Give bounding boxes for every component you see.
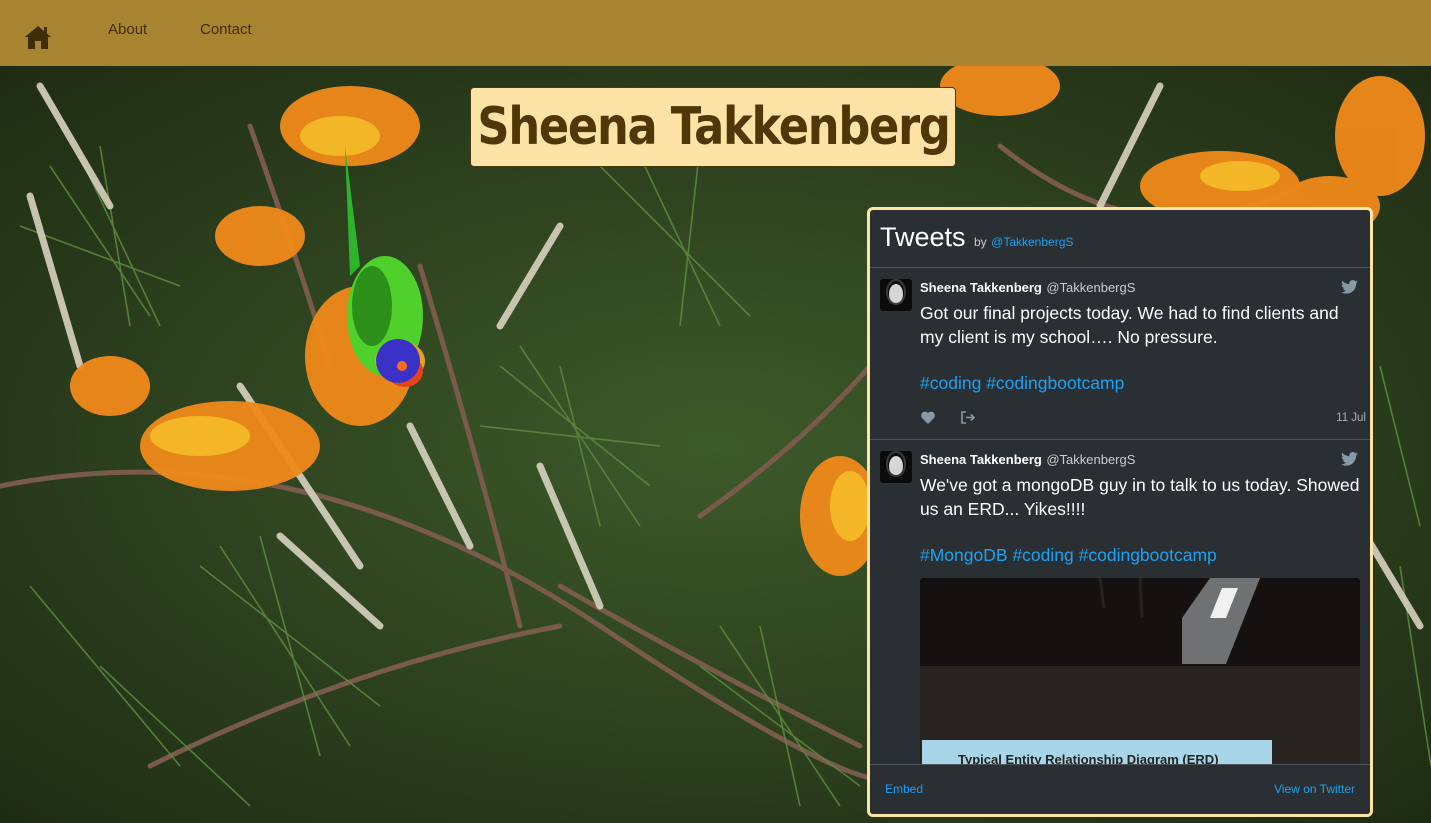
top-navbar: About Contact xyxy=(0,0,1431,66)
tweet-media-image[interactable]: Typical Entity Relationship Diagram (ERD… xyxy=(920,578,1360,768)
hashtag-link[interactable]: #coding xyxy=(920,373,981,393)
site-title: Sheena Takkenberg xyxy=(476,97,950,157)
tweet-author-name[interactable]: Sheena Takkenberg xyxy=(920,452,1042,467)
twitter-bird-icon[interactable] xyxy=(1341,452,1358,466)
tweet-item[interactable]: Sheena Takkenberg @TakkenbergS We've got… xyxy=(870,440,1370,768)
tweet-hashtags: #coding #codingbootcamp xyxy=(920,373,1360,394)
twitter-bird-icon[interactable] xyxy=(1341,280,1358,294)
site-title-box: Sheena Takkenberg xyxy=(470,87,956,167)
tweet-text: Got our final projects today. We had to … xyxy=(920,303,1339,347)
avatar[interactable] xyxy=(880,279,912,311)
tweet-text: We've got a mongoDB guy in to talk to us… xyxy=(920,475,1360,519)
home-icon xyxy=(25,26,51,49)
widget-by-label: by xyxy=(974,235,987,249)
hashtag-link[interactable]: #codingbootcamp xyxy=(1079,545,1217,565)
widget-header: Tweets by @TakkenbergS xyxy=(870,210,1370,268)
widget-handle-link[interactable]: @TakkenbergS xyxy=(991,235,1073,249)
widget-title: Tweets xyxy=(880,222,966,252)
twitter-timeline-widget: Tweets by @TakkenbergS Sheena Takkenberg… xyxy=(867,207,1373,817)
tweet-author-name[interactable]: Sheena Takkenberg xyxy=(920,280,1042,295)
tweet-author-handle[interactable]: @TakkenbergS xyxy=(1046,280,1135,295)
tweet-hashtags: #MongoDB #coding #codingbootcamp xyxy=(920,545,1360,566)
hashtag-link[interactable]: #codingbootcamp xyxy=(986,373,1124,393)
avatar[interactable] xyxy=(880,451,912,483)
tweet-item[interactable]: Sheena Takkenberg @TakkenbergS Got our f… xyxy=(870,268,1370,440)
home-button[interactable] xyxy=(24,24,52,50)
view-on-twitter-link[interactable]: View on Twitter xyxy=(1274,782,1355,796)
nav-contact-link[interactable]: Contact xyxy=(200,21,252,38)
tweet-actions: 11 Jul xyxy=(920,410,1366,426)
hashtag-link[interactable]: #coding xyxy=(1012,545,1073,565)
heart-icon[interactable] xyxy=(920,410,936,425)
tweet-author-handle[interactable]: @TakkenbergS xyxy=(1046,452,1135,467)
share-icon[interactable] xyxy=(960,410,976,425)
tweet-date-link[interactable]: 11 Jul xyxy=(1336,412,1366,424)
hashtag-link[interactable]: #MongoDB xyxy=(920,545,1008,565)
nav-about-link[interactable]: About xyxy=(108,21,147,38)
widget-footer: Embed View on Twitter xyxy=(870,764,1370,814)
embed-link[interactable]: Embed xyxy=(885,782,923,796)
